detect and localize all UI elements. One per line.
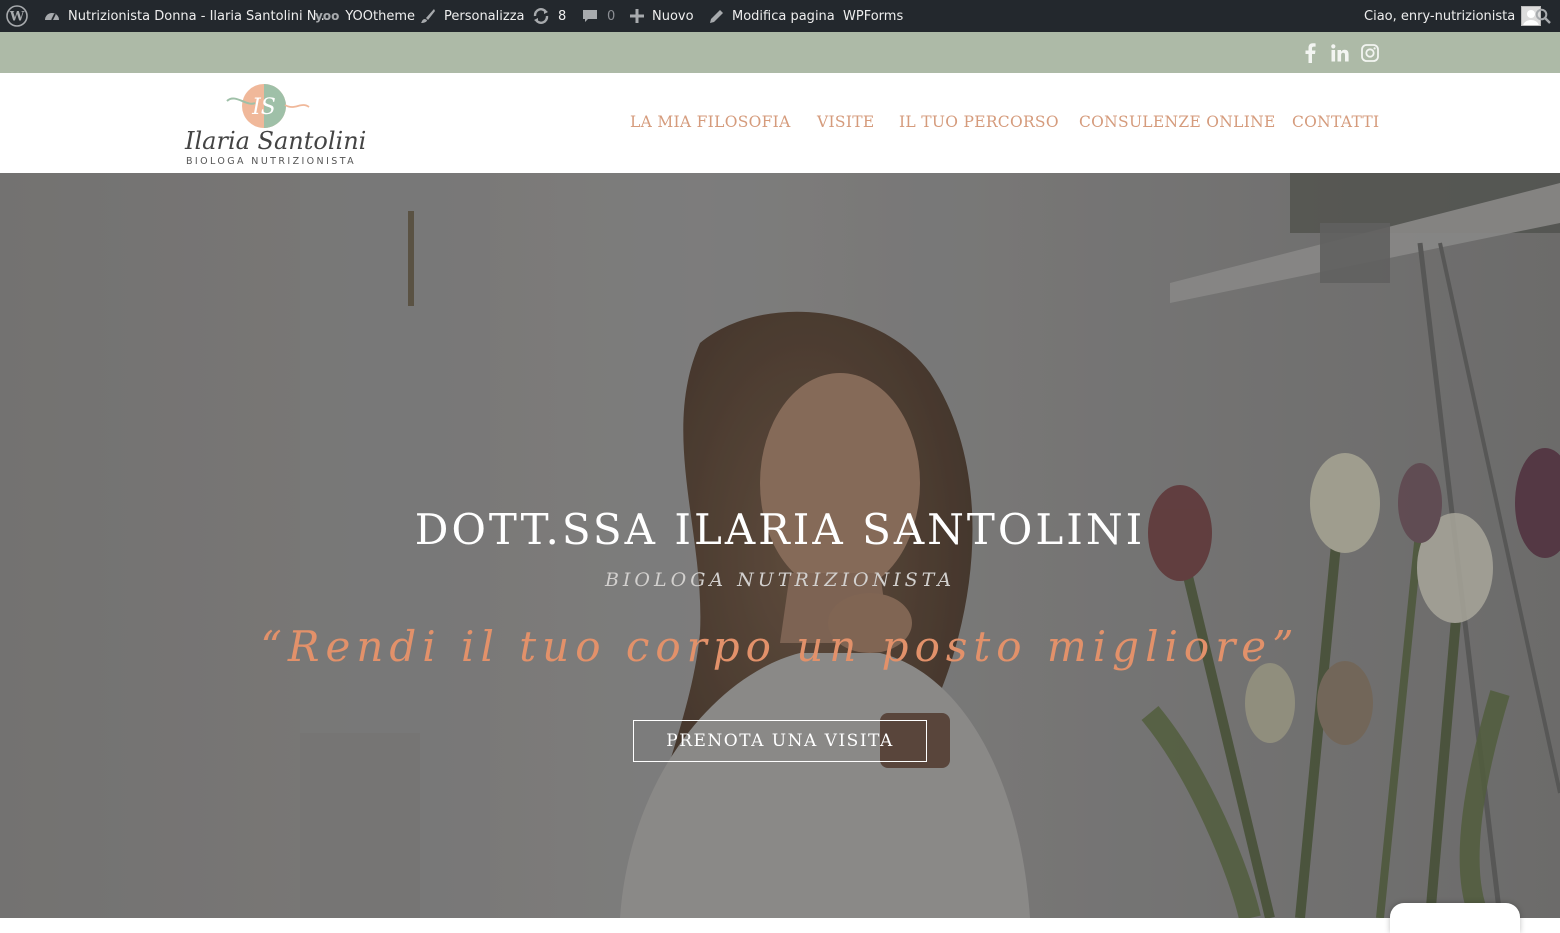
yootheme-icon: yoo [315, 9, 340, 23]
instagram-icon[interactable] [1360, 42, 1380, 64]
facebook-icon[interactable] [1300, 42, 1320, 64]
logo-monogram: IS [251, 95, 276, 120]
svg-text:W: W [9, 10, 25, 25]
update-icon [532, 7, 550, 25]
nav-item-filosofia[interactable]: LA MIA FILOSOFIA [630, 112, 791, 132]
hero-quote: “Rendi il tuo corpo un posto migliore” [260, 622, 1300, 671]
nav-item-consulenze[interactable]: CONSULENZE ONLINE [1079, 112, 1276, 132]
yootheme-label: YOOtheme [345, 8, 416, 24]
wordpress-logo-icon[interactable]: W [6, 0, 28, 32]
nav-item-contatti[interactable]: CONTATTI [1292, 112, 1379, 132]
top-social-bar [0, 32, 1560, 73]
site-logo[interactable]: IS Ilaria Santolini BIOLOGA NUTRIZIONIST… [183, 79, 379, 169]
site-name-menu[interactable]: Nutrizionista Donna - Ilaria Santolini N… [44, 0, 329, 32]
book-visit-button[interactable]: PRENOTA UNA VISITA [633, 720, 927, 762]
paintbrush-icon [420, 8, 436, 24]
logo-script-name: Ilaria Santolini [184, 127, 366, 155]
user-account-menu[interactable]: Ciao, enry-nutrizionista [1364, 0, 1542, 32]
updates-count: 8 [558, 8, 567, 24]
wp-admin-bar: W Nutrizionista Donna - Ilaria Santolini… [0, 0, 1560, 32]
customize-label: Personalizza [444, 8, 525, 24]
customize-menu[interactable]: Personalizza [420, 0, 525, 32]
edit-page-label: Modifica pagina [732, 8, 835, 24]
edit-page-menu[interactable]: Modifica pagina [709, 0, 835, 32]
chat-widget[interactable] [1390, 903, 1520, 933]
comment-icon [582, 8, 598, 24]
nav-item-visite[interactable]: VISITE [817, 112, 875, 132]
new-content-menu[interactable]: Nuovo [630, 0, 694, 32]
nav-item-percorso[interactable]: IL TUO PERCORSO [899, 112, 1059, 132]
comments-count: 0 [607, 8, 616, 24]
user-greeting: Ciao, enry-nutrizionista [1364, 8, 1516, 24]
pencil-icon [709, 9, 724, 24]
comments-menu[interactable]: 0 [582, 0, 615, 32]
plus-icon [630, 9, 644, 23]
new-label: Nuovo [652, 8, 694, 24]
hero-subtitle: BIOLOGA NUTRIZIONISTA [604, 569, 956, 591]
yootheme-menu[interactable]: yoo YOOtheme [315, 0, 415, 32]
linkedin-icon[interactable] [1330, 42, 1350, 64]
logo-tagline: BIOLOGA NUTRIZIONISTA [186, 156, 356, 167]
dashboard-icon [44, 8, 60, 24]
search-icon[interactable] [1535, 0, 1551, 32]
updates-menu[interactable]: 8 [532, 0, 566, 32]
site-name-label: Nutrizionista Donna - Ilaria Santolini N… [68, 8, 329, 24]
wpforms-menu[interactable]: WPForms [843, 0, 903, 32]
wpforms-label: WPForms [843, 8, 904, 24]
hero-title: DOTT.SSA ILARIA SANTOLINI [414, 505, 1146, 554]
